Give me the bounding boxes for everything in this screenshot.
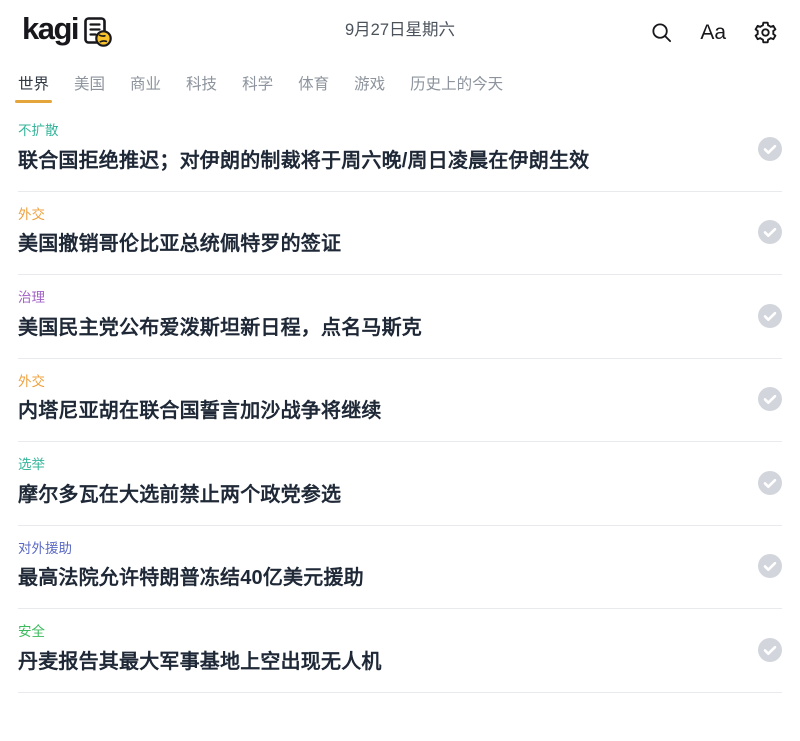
category-tabs: 世界 美国 商业 科技 科学 体育 游戏 历史上的今天 <box>0 56 800 108</box>
category-label: 外交 <box>18 375 382 389</box>
news-headline[interactable]: 美国民主党公布爱泼斯坦新日程，点名马斯克 <box>18 315 422 341</box>
tab-usa[interactable]: 美国 <box>74 72 105 108</box>
tab-technology[interactable]: 科技 <box>186 72 217 108</box>
mark-read-button[interactable] <box>758 387 782 411</box>
kagi-news-page: kagi 9月27日星期六 <box>0 0 800 693</box>
news-list: 不扩散 联合国拒绝推迟；对伊朗的制裁将于周六晚/周日凌晨在伊朗生效 外交 美国撤… <box>0 108 800 693</box>
category-label: 治理 <box>18 291 422 305</box>
news-item[interactable]: 外交 美国撤销哥伦比亚总统佩特罗的签证 <box>18 192 782 276</box>
check-circle-icon <box>758 387 782 411</box>
check-circle-icon <box>758 638 782 662</box>
tab-sports[interactable]: 体育 <box>298 72 329 108</box>
news-headline[interactable]: 丹麦报告其最大军事基地上空出现无人机 <box>18 649 382 675</box>
newspaper-with-ball-icon <box>81 15 113 49</box>
check-circle-icon <box>758 554 782 578</box>
search-button[interactable] <box>650 21 673 44</box>
news-item[interactable]: 安全 丹麦报告其最大军事基地上空出现无人机 <box>18 609 782 693</box>
text-size-button[interactable]: Aa <box>700 22 726 43</box>
news-headline[interactable]: 最高法院允许特朗普冻结40亿美元援助 <box>18 565 364 591</box>
tab-world[interactable]: 世界 <box>18 72 49 108</box>
kagi-logo-text: kagi <box>22 13 78 44</box>
kagi-logo[interactable]: kagi <box>22 15 113 49</box>
mark-read-button[interactable] <box>758 220 782 244</box>
category-label: 不扩散 <box>18 124 589 138</box>
news-headline[interactable]: 摩尔多瓦在大选前禁止两个政党参选 <box>18 482 341 508</box>
check-circle-icon <box>758 137 782 161</box>
news-headline[interactable]: 美国撤销哥伦比亚总统佩特罗的签证 <box>18 231 341 257</box>
header-actions: Aa <box>650 20 778 45</box>
category-label: 安全 <box>18 625 382 639</box>
mark-read-button[interactable] <box>758 304 782 328</box>
news-item[interactable]: 不扩散 联合国拒绝推迟；对伊朗的制裁将于周六晚/周日凌晨在伊朗生效 <box>18 108 782 192</box>
news-item[interactable]: 治理 美国民主党公布爱泼斯坦新日程，点名马斯克 <box>18 275 782 359</box>
tab-games[interactable]: 游戏 <box>354 72 385 108</box>
tab-science[interactable]: 科学 <box>242 72 273 108</box>
search-icon <box>650 21 673 44</box>
check-circle-icon <box>758 220 782 244</box>
news-item[interactable]: 选举 摩尔多瓦在大选前禁止两个政党参选 <box>18 442 782 526</box>
tab-business[interactable]: 商业 <box>130 72 161 108</box>
news-item[interactable]: 外交 内塔尼亚胡在联合国誓言加沙战争将继续 <box>18 359 782 443</box>
mark-read-button[interactable] <box>758 471 782 495</box>
mark-read-button[interactable] <box>758 554 782 578</box>
news-headline[interactable]: 联合国拒绝推迟；对伊朗的制裁将于周六晚/周日凌晨在伊朗生效 <box>18 148 589 174</box>
settings-button[interactable] <box>753 20 778 45</box>
mark-read-button[interactable] <box>758 137 782 161</box>
news-item[interactable]: 对外援助 最高法院允许特朗普冻结40亿美元援助 <box>18 526 782 610</box>
category-label: 对外援助 <box>18 542 364 556</box>
tab-today-in-history[interactable]: 历史上的今天 <box>410 72 503 108</box>
check-circle-icon <box>758 471 782 495</box>
category-label: 选举 <box>18 458 341 472</box>
news-headline[interactable]: 内塔尼亚胡在联合国誓言加沙战争将继续 <box>18 398 382 424</box>
category-label: 外交 <box>18 208 341 222</box>
gear-icon <box>753 20 778 45</box>
header: kagi 9月27日星期六 <box>0 0 800 56</box>
check-circle-icon <box>758 304 782 328</box>
mark-read-button[interactable] <box>758 638 782 662</box>
